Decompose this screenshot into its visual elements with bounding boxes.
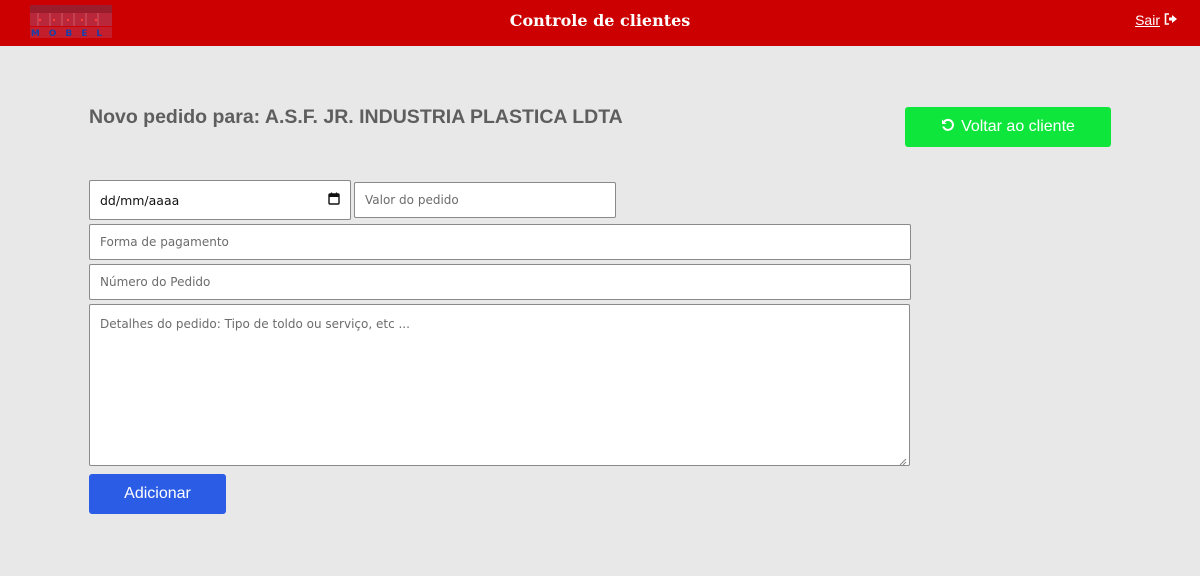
- order-number-input[interactable]: Número do Pedido: [89, 264, 911, 300]
- order-details-textarea[interactable]: Detalhes do pedido: Tipo de toldo ou ser…: [89, 304, 910, 466]
- date-input[interactable]: dd/mm/aaaa: [89, 180, 351, 220]
- back-button-label: Voltar ao cliente: [961, 118, 1075, 135]
- back-to-client-button[interactable]: Voltar ao cliente: [905, 107, 1111, 147]
- payment-method-placeholder: Forma de pagamento: [100, 235, 229, 249]
- app-title: Controle de clientes: [509, 11, 691, 30]
- payment-method-input[interactable]: Forma de pagamento: [89, 224, 911, 260]
- add-order-button[interactable]: Adicionar: [89, 474, 226, 514]
- undo-icon: [941, 118, 955, 137]
- logout-link[interactable]: Sair: [1135, 12, 1178, 28]
- order-details-placeholder: Detalhes do pedido: Tipo de toldo ou ser…: [100, 317, 410, 331]
- page-title: Novo pedido para: A.S.F. JR. INDUSTRIA P…: [89, 106, 623, 128]
- order-value-placeholder: Valor do pedido: [365, 193, 459, 207]
- sign-out-icon: [1164, 12, 1178, 28]
- order-number-placeholder: Número do Pedido: [100, 275, 211, 289]
- top-navbar: MOBEL Controle de clientes Sair: [0, 0, 1200, 46]
- logout-label: Sair: [1135, 12, 1160, 28]
- resize-grip-icon[interactable]: [899, 455, 907, 466]
- order-value-input[interactable]: Valor do pedido: [354, 182, 616, 218]
- date-placeholder: dd/mm/aaaa: [100, 192, 180, 208]
- calendar-icon[interactable]: [328, 192, 340, 208]
